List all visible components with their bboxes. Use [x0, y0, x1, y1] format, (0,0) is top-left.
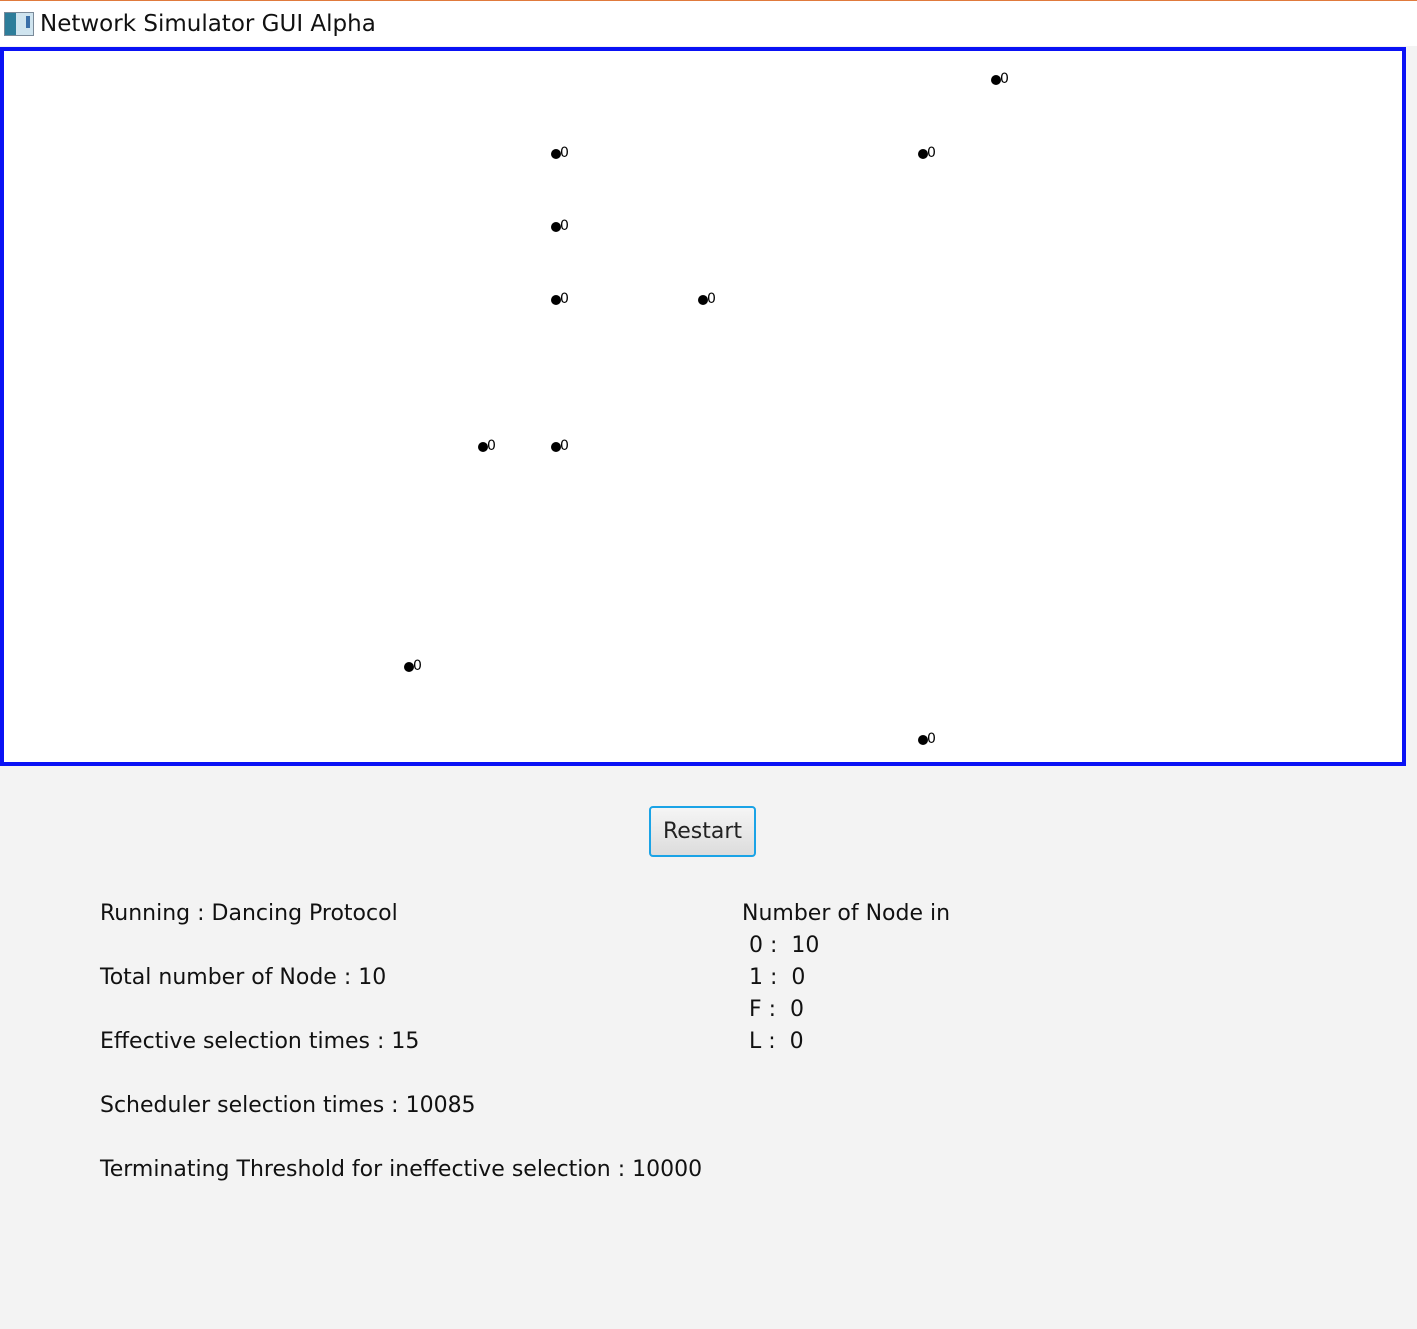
node-state-label: 0 [927, 731, 936, 747]
app-icon [4, 12, 34, 36]
node-state-label: 0 [413, 658, 422, 674]
threshold-text: Terminating Threshold for ineffective se… [100, 1157, 703, 1182]
node-state-label: 0 [560, 145, 569, 161]
node-state-label: 0 [560, 438, 569, 454]
network-canvas[interactable]: 0 0 0 0 0 0 0 0 0 0 [0, 47, 1406, 766]
node-count-heading: Number of Node in [742, 901, 951, 926]
node-count-row: F : 0 [742, 997, 805, 1022]
node-state-label: 0 [927, 145, 936, 161]
node-state-label: 0 [707, 291, 716, 307]
node-state-label: 0 [560, 291, 569, 307]
node-count-row: 1 : 0 [742, 965, 806, 990]
running-protocol-text: Running : Dancing Protocol [100, 901, 398, 926]
title-bar: Network Simulator GUI Alpha [0, 1, 1417, 46]
scheduler-selection-text: Scheduler selection times : 10085 [100, 1093, 476, 1118]
node-count-row: 0 : 10 [742, 933, 820, 958]
window-title: Network Simulator GUI Alpha [40, 11, 376, 37]
effective-selection-text: Effective selection times : 15 [100, 1029, 420, 1054]
node-state-label: 0 [560, 218, 569, 234]
node-state-label: 0 [1000, 71, 1009, 87]
restart-button[interactable]: Restart [649, 806, 756, 857]
node-count-row: L : 0 [742, 1029, 804, 1054]
node-state-label: 0 [487, 438, 496, 454]
total-nodes-text: Total number of Node : 10 [100, 965, 387, 990]
